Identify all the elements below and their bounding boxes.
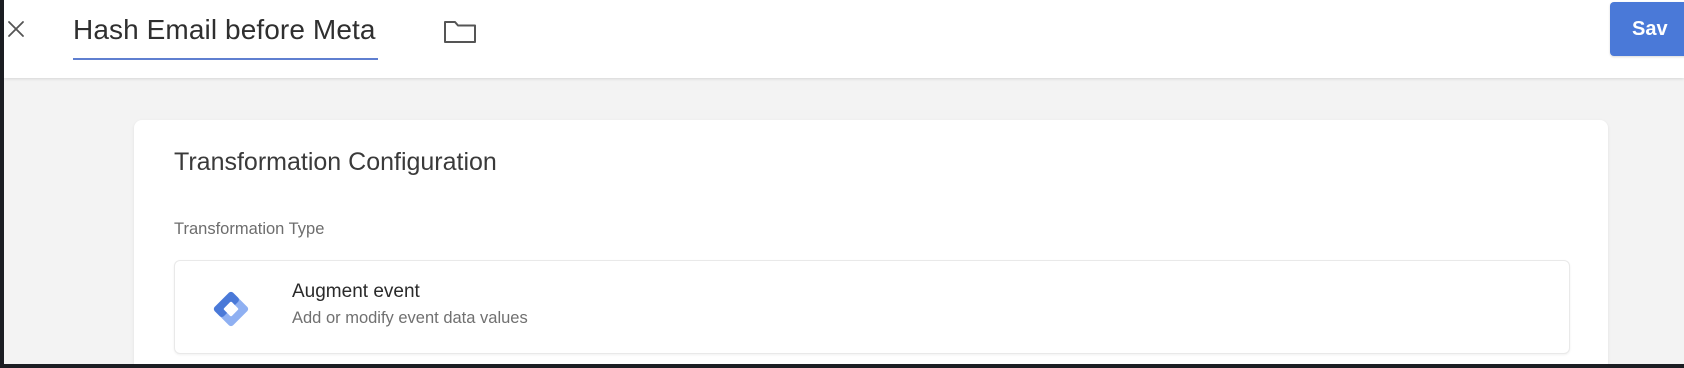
folder-icon (444, 21, 476, 43)
transformation-type-option[interactable]: Augment event Add or modify event data v… (174, 260, 1570, 354)
close-icon (8, 21, 24, 37)
card-title: Transformation Configuration (174, 148, 497, 176)
editor-frame: Hash Email before Meta Sav Transformatio… (4, 0, 1684, 364)
title-input[interactable]: Hash Email before Meta (73, 10, 378, 60)
transformation-configuration-card: Transformation Configuration Transformat… (134, 120, 1608, 364)
save-button[interactable]: Sav (1610, 2, 1684, 56)
transformation-name: Hash Email before Meta (73, 14, 376, 45)
transformation-type-label: Transformation Type (174, 220, 325, 238)
option-description: Add or modify event data values (292, 309, 528, 327)
option-name: Augment event (292, 281, 420, 302)
augment-event-icon (213, 291, 249, 327)
close-button[interactable] (4, 14, 28, 44)
editor-header: Hash Email before Meta Sav (4, 0, 1684, 78)
folder-button[interactable] (442, 16, 478, 46)
